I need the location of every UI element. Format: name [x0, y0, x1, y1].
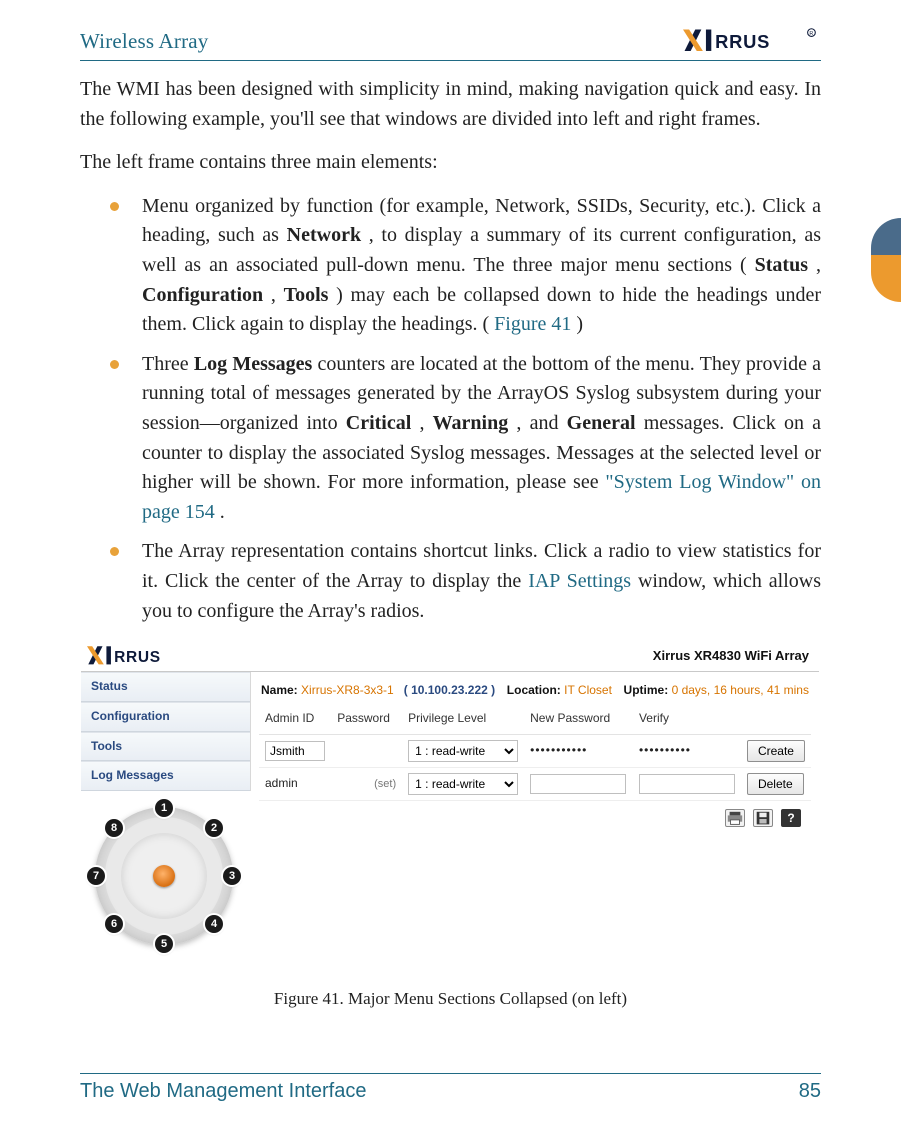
col-password: Password [331, 706, 402, 734]
text: , [271, 284, 284, 306]
menu-item-configuration[interactable]: Configuration [81, 702, 250, 732]
intro-paragraph: The WMI has been designed with simplicit… [80, 75, 821, 134]
table-row: admin (set) 1 : read-write Delete [259, 767, 811, 800]
radio-6[interactable]: 6 [105, 915, 123, 933]
bullet-array-representation: The Array representation contains shortc… [80, 537, 821, 626]
radio-3[interactable]: 3 [223, 867, 241, 885]
menu-item-status[interactable]: Status [81, 672, 250, 702]
footer-section-title: The Web Management Interface [80, 1080, 366, 1103]
bullet-log-messages: Three Log Messages counters are located … [80, 350, 821, 528]
bold-network: Network [287, 224, 361, 246]
bold-warning: Warning [433, 412, 509, 434]
footer-rule [80, 1073, 821, 1074]
label-location: Location: [507, 683, 561, 697]
radio-4[interactable]: 4 [205, 915, 223, 933]
fig-brand-logo: RRUS [87, 645, 197, 667]
bullet-menu: Menu organized by function (for example,… [80, 192, 821, 340]
running-head: Wireless Array [80, 29, 209, 54]
figure-41-screenshot: RRUS Xirrus XR4830 WiFi Array Status Con… [80, 638, 820, 960]
bold-general: General [567, 412, 636, 434]
text: , [816, 254, 821, 276]
svg-text:R: R [810, 31, 814, 37]
array-center-hub[interactable] [153, 865, 175, 887]
fig-left-menu: Status Configuration Tools Log Messages [81, 672, 251, 791]
create-button[interactable]: Create [747, 740, 805, 762]
save-icon[interactable] [753, 809, 773, 827]
col-admin-id: Admin ID [259, 706, 331, 734]
text: ) [576, 313, 583, 335]
privilege-select[interactable]: 1 : read-write [408, 740, 518, 762]
iap-settings-link[interactable]: IAP Settings [528, 570, 631, 592]
value-name: Xirrus-XR8-3x3-1 [301, 683, 394, 697]
print-icon[interactable] [725, 809, 745, 827]
new-password-value: ••••••••••• [530, 743, 587, 757]
value-uptime: 0 days, 16 hours, 41 mins [672, 683, 809, 697]
value-location: IT Closet [564, 683, 612, 697]
figure-41-link[interactable]: Figure 41 [494, 313, 571, 335]
verify-input[interactable] [639, 774, 735, 794]
privilege-select[interactable]: 1 : read-write [408, 773, 518, 795]
help-icon[interactable]: ? [781, 809, 801, 827]
bold-log-messages: Log Messages [194, 353, 313, 375]
fig-info-bar: Name: Xirrus-XR8-3x3-1 ( 10.100.23.222 )… [259, 678, 811, 706]
text: Three [142, 353, 194, 375]
text: . [220, 501, 225, 523]
lead-in-paragraph: The left frame contains three main eleme… [80, 148, 821, 178]
text: , [419, 412, 432, 434]
delete-button[interactable]: Delete [747, 773, 804, 795]
table-row: 1 : read-write ••••••••••• •••••••••• Cr… [259, 734, 811, 767]
password-set-indicator: (set) [374, 778, 396, 790]
menu-item-log-messages[interactable]: Log Messages [81, 761, 250, 791]
figure-caption: Figure 41. Major Menu Sections Collapsed… [80, 986, 821, 1011]
array-diagram[interactable]: 1 2 3 4 5 6 7 8 [89, 801, 239, 951]
menu-item-tools[interactable]: Tools [81, 732, 250, 762]
svg-text:RRUS: RRUS [114, 649, 161, 666]
bold-tools: Tools [284, 284, 329, 306]
col-privilege: Privilege Level [402, 706, 524, 734]
value-ip: ( 10.100.23.222 ) [404, 683, 495, 697]
admin-id-input[interactable] [265, 741, 325, 761]
label-name: Name: [261, 683, 298, 697]
radio-2[interactable]: 2 [205, 819, 223, 837]
fig-device-title: Xirrus XR4830 WiFi Array [653, 646, 809, 665]
label-uptime: Uptime: [624, 683, 669, 697]
svg-text:RRUS: RRUS [715, 31, 770, 52]
radio-5[interactable]: 5 [155, 935, 173, 953]
verify-value: •••••••••• [639, 743, 691, 757]
admin-table: Admin ID Password Privilege Level New Pa… [259, 706, 811, 801]
page-number: 85 [799, 1080, 821, 1103]
admin-id-static: admin [259, 767, 331, 800]
text: , and [516, 412, 566, 434]
col-verify: Verify [633, 706, 741, 734]
xirrus-logo-icon: RRUS R [683, 28, 821, 54]
bold-configuration: Configuration [142, 284, 263, 306]
col-new-password: New Password [524, 706, 633, 734]
radio-8[interactable]: 8 [105, 819, 123, 837]
bold-critical: Critical [346, 412, 412, 434]
radio-1[interactable]: 1 [155, 799, 173, 817]
xirrus-logo-icon: RRUS [87, 645, 197, 667]
brand-logo: RRUS R [683, 28, 821, 54]
new-password-input[interactable] [530, 774, 626, 794]
bold-status: Status [755, 254, 808, 276]
radio-7[interactable]: 7 [87, 867, 105, 885]
